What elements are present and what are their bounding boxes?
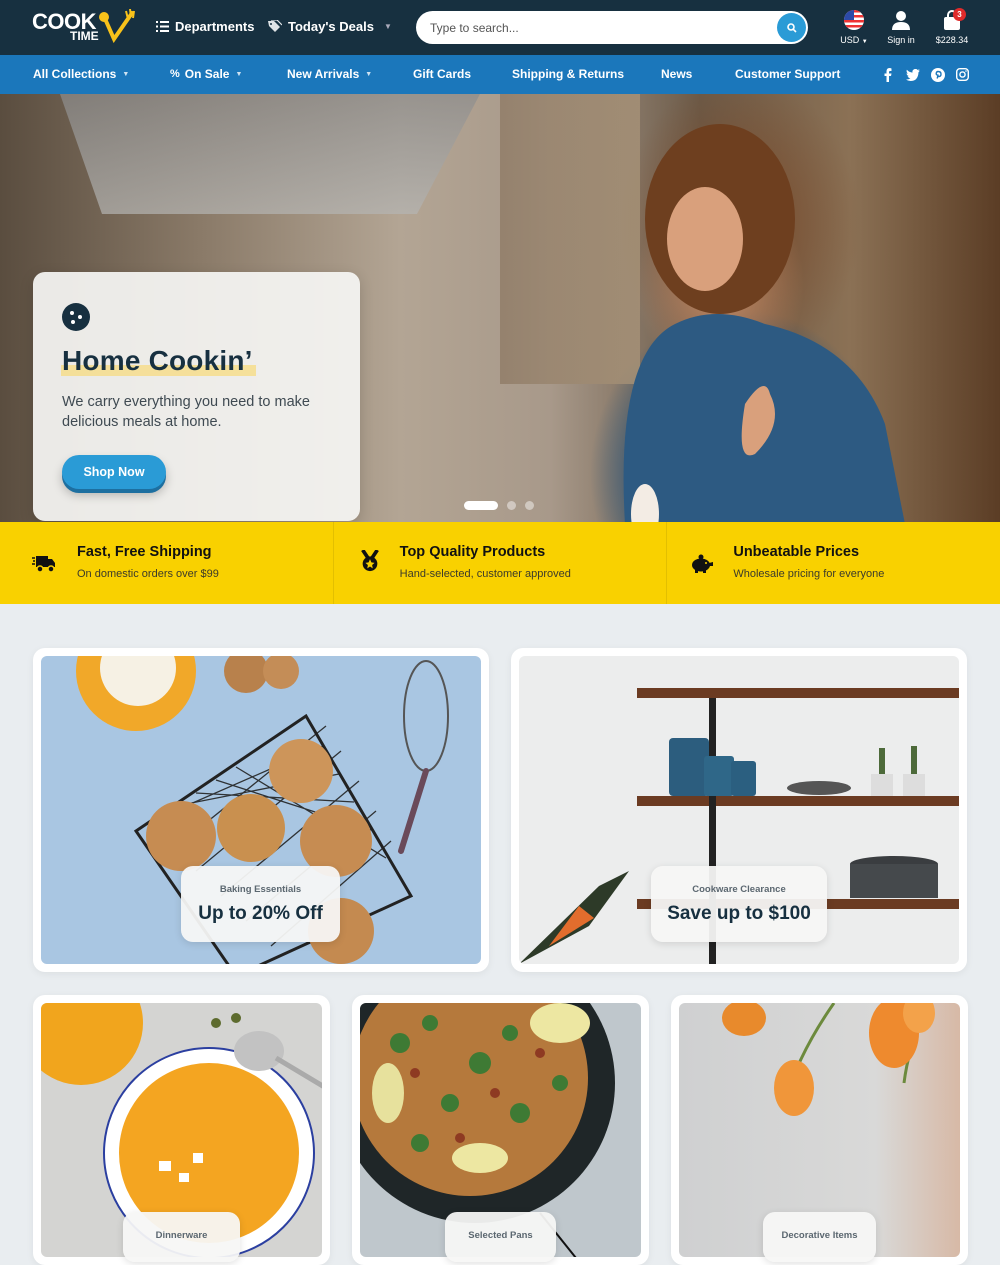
slide-dot-1-active[interactable] — [464, 501, 498, 510]
slide-dot-2[interactable] — [507, 501, 516, 510]
nav-label: News — [661, 67, 693, 81]
social-links — [880, 67, 970, 82]
category-tile-pans[interactable]: Selected Pans — [352, 995, 649, 1265]
promo-tile-cookware[interactable]: Cookware Clearance Save up to $100 — [511, 648, 967, 972]
category-name: Dinnerware — [155, 1230, 208, 1241]
nav-new-arrivals[interactable]: New Arrivals ▼ — [287, 67, 372, 81]
nav-label: Gift Cards — [413, 67, 472, 81]
nav-label: Customer Support — [735, 67, 841, 81]
category-label: Selected Pans — [445, 1212, 556, 1262]
chevron-down-icon: ▼ — [235, 70, 243, 78]
nav-all-collections[interactable]: All Collections ▼ — [33, 67, 129, 81]
hero-image-woman — [623, 124, 905, 522]
piggy-bank-icon — [692, 554, 714, 573]
slider-dots — [464, 501, 534, 510]
feature-title: Fast, Free Shipping — [77, 544, 212, 560]
user-icon — [892, 11, 910, 30]
category-tile-decor[interactable]: Decorative Items — [671, 995, 968, 1265]
cart-total: $228.34 — [935, 35, 969, 45]
sign-in-label: Sign in — [887, 35, 915, 45]
category-label: Decorative Items — [763, 1212, 876, 1262]
category-name: Selected Pans — [468, 1230, 533, 1241]
chevron-down-icon: ▼ — [122, 70, 130, 78]
chevron-down-icon: ▼ — [365, 70, 373, 78]
truck-icon — [32, 556, 55, 573]
instagram-icon[interactable] — [955, 67, 970, 82]
category-label: Dinnerware — [123, 1212, 240, 1262]
departments-menu[interactable]: Departments — [156, 19, 254, 34]
promo-kicker: Cookware Clearance — [692, 884, 786, 895]
promo-tile-baking[interactable]: Baking Essentials Up to 20% Off — [33, 648, 489, 972]
tag-icon — [268, 20, 282, 32]
medal-icon — [360, 550, 379, 572]
hero-image-range-hood — [60, 94, 480, 214]
search-icon — [786, 22, 797, 33]
promo-label: Baking Essentials Up to 20% Off — [181, 866, 340, 942]
promo-headline: Up to 20% Off — [198, 903, 323, 924]
search-bar — [416, 11, 808, 44]
category-name: Decorative Items — [781, 1230, 858, 1241]
nav-customer-support[interactable]: Customer Support — [735, 67, 840, 81]
feature-subtitle: On domestic orders over $99 — [77, 568, 219, 580]
top-header: COOK TIME Departments Today's Deals ▼ Ty… — [0, 0, 1000, 55]
us-flag-icon — [844, 10, 864, 30]
main-nav: All Collections ▼ % On Sale ▼ New Arrivals… — [0, 55, 1000, 94]
feature-shipping: Fast, Free Shipping On domestic orders o… — [0, 522, 334, 604]
todays-deals-label: Today's Deals — [288, 19, 374, 34]
chevron-down-icon: ▼ — [861, 39, 868, 45]
hero-card: Home Cookin’ We carry everything you nee… — [33, 272, 360, 521]
feature-subtitle: Hand-selected, customer approved — [399, 568, 571, 580]
twitter-icon[interactable] — [905, 67, 920, 82]
nav-shipping-returns[interactable]: Shipping & Returns — [512, 67, 624, 81]
cookie-icon — [62, 303, 90, 331]
feature-prices: Unbeatable Prices Wholesale pricing for … — [667, 522, 1000, 604]
nav-label: New Arrivals — [287, 67, 360, 81]
slide-dot-3[interactable] — [525, 501, 534, 510]
feature-quality: Top Quality Products Hand-selected, cust… — [334, 522, 668, 604]
search-input[interactable] — [430, 11, 770, 44]
nav-news[interactable]: News — [661, 67, 692, 81]
list-icon — [156, 21, 169, 32]
departments-label: Departments — [175, 19, 255, 34]
cart-button[interactable]: 3 $228.34 — [932, 8, 972, 45]
hero-banner: Home Cookin’ We carry everything you nee… — [0, 94, 1000, 522]
percent-icon: % — [170, 68, 180, 80]
promo-headline: Save up to $100 — [667, 903, 811, 924]
nav-gift-cards[interactable]: Gift Cards — [413, 67, 471, 81]
sign-in-button[interactable]: Sign in — [884, 9, 918, 45]
logo-subtext: TIME — [70, 29, 99, 43]
feature-title: Unbeatable Prices — [733, 544, 860, 560]
chevron-down-icon: ▼ — [383, 22, 392, 31]
shop-now-button[interactable]: Shop Now — [62, 455, 166, 489]
nav-on-sale[interactable]: % On Sale ▼ — [170, 67, 242, 81]
hero-title: Home Cookin’ — [62, 345, 253, 376]
fork-spoon-icon — [99, 9, 135, 43]
nav-label: Shipping & Returns — [512, 67, 624, 81]
currency-selector[interactable]: USD ▼ — [838, 9, 870, 45]
feature-subtitle: Wholesale pricing for everyone — [733, 568, 885, 580]
cart-count-badge: 3 — [953, 8, 966, 21]
facebook-icon[interactable] — [880, 67, 895, 82]
promo-kicker: Baking Essentials — [219, 884, 302, 895]
category-tile-dinnerware[interactable]: Dinnerware — [33, 995, 330, 1265]
nav-label: On Sale — [184, 67, 230, 81]
features-strip: Fast, Free Shipping On domestic orders o… — [0, 522, 1000, 604]
search-button[interactable] — [777, 13, 806, 42]
nav-label: All Collections — [33, 67, 117, 81]
todays-deals-menu[interactable]: Today's Deals ▼ — [268, 19, 392, 34]
promo-label: Cookware Clearance Save up to $100 — [651, 866, 827, 942]
pinterest-icon[interactable] — [930, 67, 945, 82]
hero-description: We carry everything you need to make del… — [62, 394, 310, 430]
logo[interactable]: COOK TIME — [32, 9, 137, 45]
currency-label: USD — [840, 35, 860, 45]
feature-title: Top Quality Products — [399, 544, 546, 560]
